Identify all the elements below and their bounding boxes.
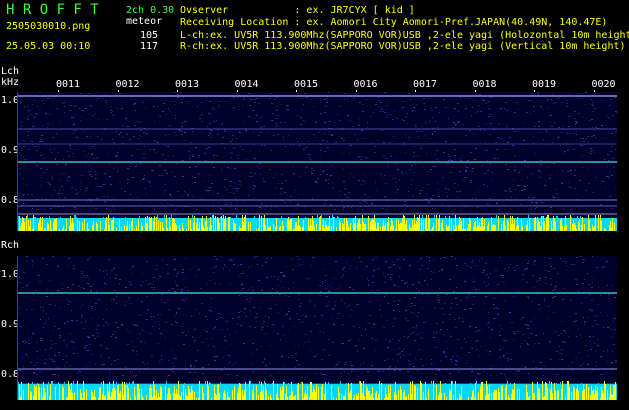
time-tick-label: 0015 xyxy=(294,79,319,90)
lch-spectrogram xyxy=(18,92,617,231)
version-label: 2ch 0.30 xyxy=(126,5,175,16)
rch-spectrogram xyxy=(18,256,617,400)
rch-label: Rch xyxy=(1,240,20,251)
time-tick-label: 0017 xyxy=(413,79,438,90)
filename-label: 2505030010.png xyxy=(6,21,91,32)
lch-spectrogram-canvas xyxy=(18,92,617,231)
khz-unit-label: kHz xyxy=(1,77,20,88)
lch-count: 105 xyxy=(140,30,159,41)
lch-description: L-ch:ex. UV5R 113.900Mhz(SAPPORO VOR)USB… xyxy=(180,30,629,41)
level-meter xyxy=(18,215,617,231)
noise-layer xyxy=(19,92,617,210)
time-tick-label: 0016 xyxy=(353,79,378,90)
time-tick-label: 0020 xyxy=(591,79,616,90)
time-tick-label: 0011 xyxy=(56,79,81,90)
rch-count: 117 xyxy=(140,41,159,52)
time-tick-label: 0018 xyxy=(472,79,497,90)
rch-description: R-ch:ex. UV5R 113.900Mhz(SAPPORO VOR)USB… xyxy=(180,41,626,52)
rch-spectrogram-canvas xyxy=(18,256,617,400)
hrofft-window: H R O F F T 2ch 0.30 meteor 2505030010.p… xyxy=(0,0,629,410)
lch-label: Lch xyxy=(1,66,20,77)
time-tick-label: 0013 xyxy=(175,79,200,90)
mode-label: meteor xyxy=(126,16,163,27)
app-title: H R O F F T xyxy=(6,2,99,18)
observer-line: Ovserver : ex. JR7CYX [ kid ] xyxy=(180,5,415,16)
time-tick-label: 0012 xyxy=(115,79,140,90)
time-tick-label: 0019 xyxy=(532,79,557,90)
datetime-label: 25.05.03 00:10 xyxy=(6,41,91,52)
time-tick-label: 0014 xyxy=(234,79,259,90)
noise-layer xyxy=(18,256,617,376)
location-line: Receiving Location : ex. Aomori City Aom… xyxy=(180,17,608,28)
